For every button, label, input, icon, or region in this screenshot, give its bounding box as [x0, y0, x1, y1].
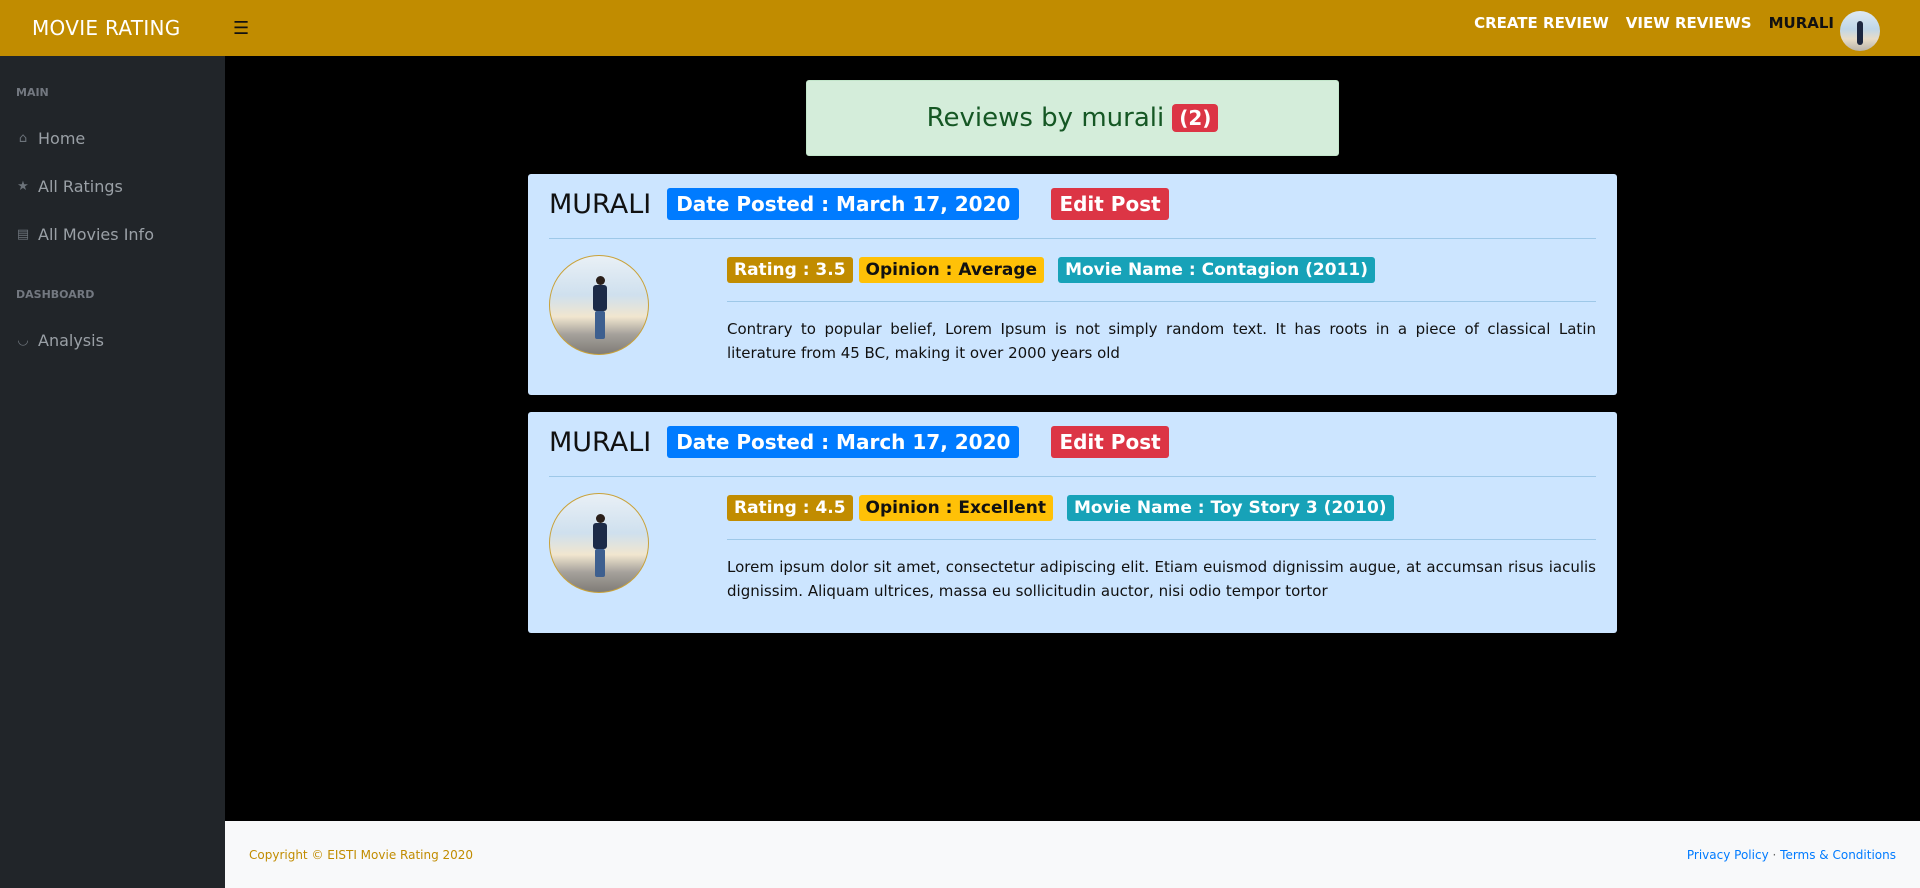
- divider: [549, 238, 1596, 239]
- sidebar-item-all-ratings[interactable]: ★ All Ratings: [0, 166, 225, 206]
- review-card: MURALI Date Posted : March 17, 2020 Edit…: [528, 412, 1617, 633]
- terms-link[interactable]: Terms & Conditions: [1780, 848, 1896, 862]
- banner-title: Reviews by murali: [926, 103, 1165, 133]
- top-nav-right: CREATE REVIEW VIEW REVIEWS MURALI: [1457, 0, 1880, 56]
- star-icon: ★: [17, 178, 29, 194]
- card-header: MURALI Date Posted : March 17, 2020 Edit…: [549, 188, 1169, 220]
- sidebar-heading-dashboard: DASHBOARD: [16, 288, 95, 301]
- review-card: MURALI Date Posted : March 17, 2020 Edit…: [528, 174, 1617, 395]
- nav-view-reviews[interactable]: VIEW REVIEWS: [1626, 14, 1752, 32]
- date-posted-badge: Date Posted : March 17, 2020: [667, 188, 1020, 220]
- copyright-text: Copyright © EISTI Movie Rating 2020: [249, 847, 474, 862]
- review-text: Contrary to popular belief, Lorem Ipsum …: [727, 320, 1596, 362]
- footer-links: Privacy Policy · Terms & Conditions: [1687, 848, 1896, 862]
- opinion-badge: Opinion : Excellent: [858, 495, 1053, 521]
- divider: [549, 476, 1596, 477]
- hamburger-icon[interactable]: ☰: [233, 18, 249, 39]
- review-author: MURALI: [549, 188, 652, 220]
- review-count-badge: (2): [1172, 104, 1219, 132]
- sidebar-item-label: All Movies Info: [38, 224, 154, 244]
- footer-separator: ·: [1772, 847, 1777, 862]
- movie-name-badge: Movie Name : Contagion (2011): [1058, 257, 1375, 283]
- rating-badge: Rating : 4.5: [727, 495, 853, 521]
- date-posted-badge: Date Posted : March 17, 2020: [667, 426, 1020, 458]
- brand-title[interactable]: MOVIE RATING: [0, 16, 225, 40]
- review-tags: Rating : 3.5 Opinion : Average Movie Nam…: [727, 257, 1381, 283]
- sidebar-item-label: Home: [38, 128, 86, 148]
- reviewer-avatar: [549, 255, 649, 355]
- sidebar-item-home[interactable]: ⌂ Home: [0, 118, 225, 158]
- review-text: Lorem ipsum dolor sit amet, consectetur …: [727, 558, 1596, 600]
- review-tags: Rating : 4.5 Opinion : Excellent Movie N…: [727, 495, 1400, 521]
- user-avatar[interactable]: [1840, 11, 1880, 51]
- edit-post-button[interactable]: Edit Post: [1051, 426, 1169, 458]
- home-icon: ⌂: [18, 130, 28, 146]
- sidebar-item-analysis[interactable]: ◡ Analysis: [0, 320, 225, 360]
- movie-name-badge: Movie Name : Toy Story 3 (2010): [1066, 495, 1394, 521]
- card-header: MURALI Date Posted : March 17, 2020 Edit…: [549, 426, 1169, 458]
- sidebar-item-all-movies-info[interactable]: ▤ All Movies Info: [0, 214, 225, 254]
- review-author: MURALI: [549, 426, 652, 458]
- sidebar-item-label: All Ratings: [38, 176, 123, 196]
- divider: [727, 539, 1596, 540]
- film-icon: ▤: [16, 226, 30, 242]
- privacy-policy-link[interactable]: Privacy Policy: [1687, 848, 1769, 862]
- user-name[interactable]: MURALI: [1769, 14, 1834, 32]
- reviewer-avatar: [549, 493, 649, 593]
- nav-create-review[interactable]: CREATE REVIEW: [1474, 14, 1609, 32]
- opinion-badge: Opinion : Average: [858, 257, 1045, 283]
- sidebar-item-label: Analysis: [38, 330, 104, 350]
- sidebar: MAIN ⌂ Home ★ All Ratings ▤ All Movies I…: [0, 56, 225, 888]
- top-navbar: MOVIE RATING ☰ CREATE REVIEW VIEW REVIEW…: [0, 0, 1920, 56]
- footer: Copyright © EISTI Movie Rating 2020 Priv…: [225, 821, 1920, 888]
- edit-post-button[interactable]: Edit Post: [1051, 188, 1169, 220]
- divider: [727, 301, 1596, 302]
- area-chart-icon: ◡: [17, 332, 29, 348]
- sidebar-heading-main: MAIN: [16, 86, 49, 99]
- rating-badge: Rating : 3.5: [727, 257, 853, 283]
- reviews-banner: Reviews by murali (2): [806, 80, 1339, 156]
